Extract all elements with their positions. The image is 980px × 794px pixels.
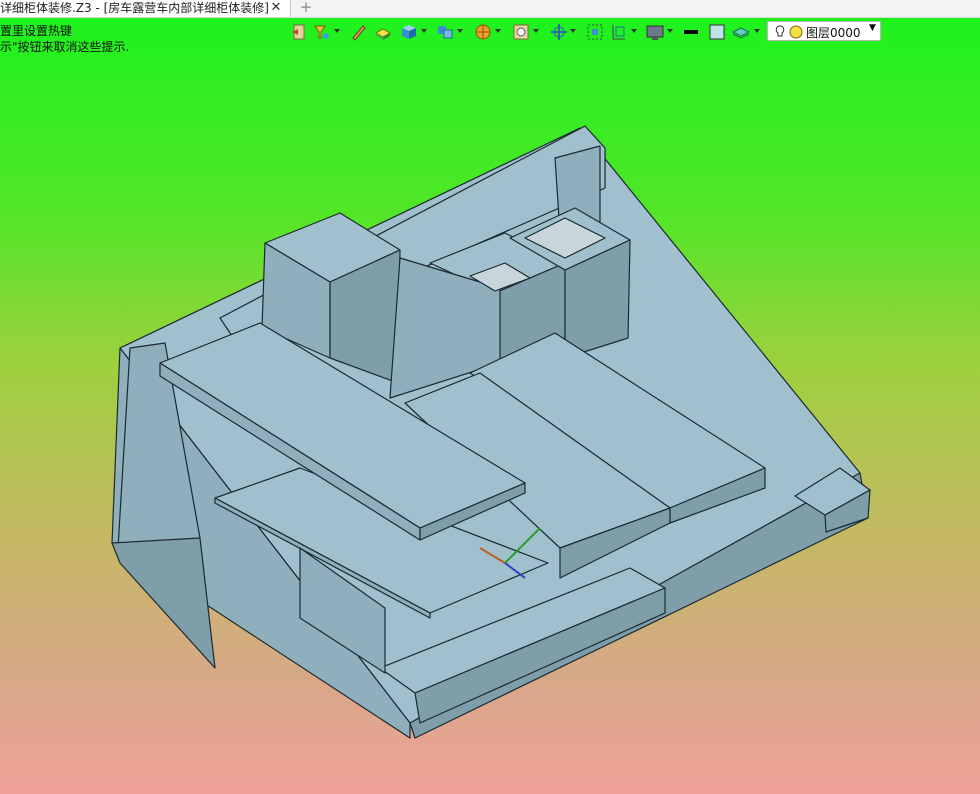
new-tab-icon[interactable]: +	[298, 0, 314, 16]
close-tab-icon[interactable]: ✕	[268, 0, 284, 16]
camper-cabinet-model[interactable]	[0, 18, 980, 794]
tab-bar: 详细柜体装修.Z3 - [房车露营车内部详细柜体装修] ✕ +	[0, 0, 980, 18]
model-left-block	[111, 537, 216, 669]
document-tab-title: 详细柜体装修.Z3 - [房车露营车内部详细柜体装修]	[0, 1, 269, 15]
3d-viewport[interactable]: 置里设置热键 示"按钮来取消这些提示. 图层0000 ▼	[0, 18, 980, 794]
document-tab[interactable]: 详细柜体装修.Z3 - [房车露营车内部详细柜体装修] ✕	[0, 0, 291, 17]
